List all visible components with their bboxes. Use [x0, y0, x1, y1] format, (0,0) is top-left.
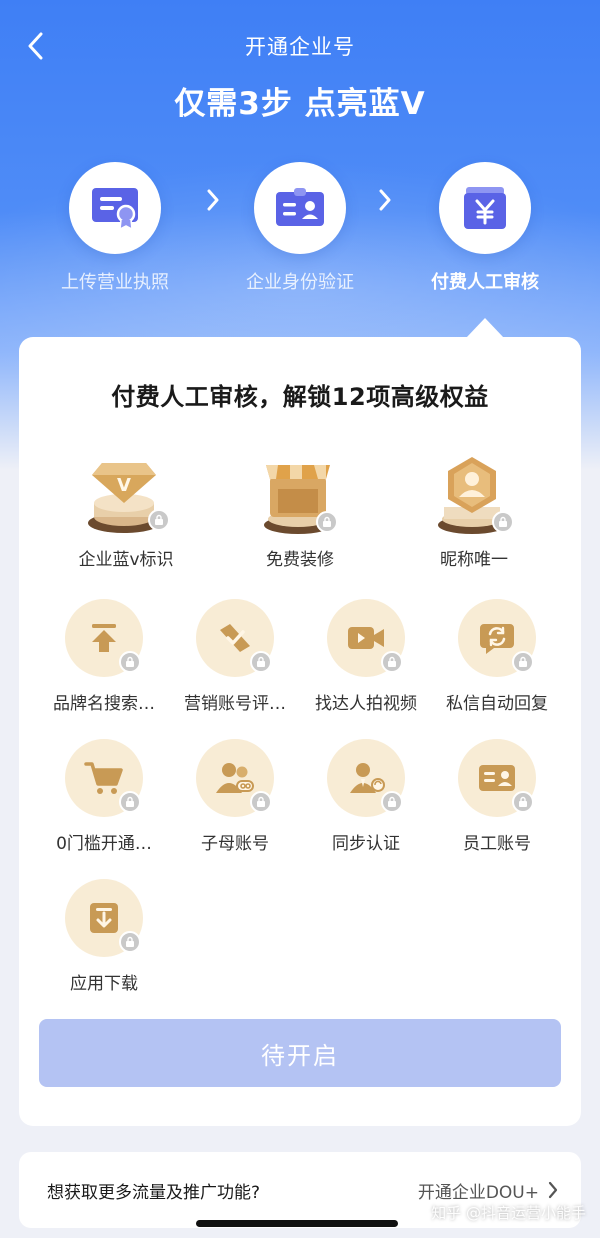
- certificate-icon: [92, 188, 138, 230]
- chevron-right-icon: [548, 1181, 558, 1199]
- home-indicator[interactable]: [196, 1220, 398, 1227]
- lock-icon: [148, 509, 170, 531]
- svg-text:V: V: [117, 475, 131, 496]
- lock-icon: [316, 511, 338, 533]
- shopping-cart-icon: [65, 739, 143, 817]
- unique-avatar-icon: [426, 445, 522, 541]
- feature-sync-verify[interactable]: 同步认证: [301, 739, 431, 854]
- navigation-bar: 开通企业号: [0, 18, 600, 74]
- step-identity-verification[interactable]: 企业身份验证: [215, 162, 385, 294]
- feature-blue-v-badge[interactable]: V 企业蓝v标识: [61, 445, 191, 570]
- chevron-right-icon: [379, 189, 391, 211]
- employee-card-icon: [458, 739, 536, 817]
- feature-zero-threshold[interactable]: 0门槛开通…: [39, 739, 169, 854]
- card-pointer: [466, 318, 504, 338]
- step-circle: [254, 162, 346, 254]
- pending-activation-button[interactable]: 待开启: [39, 1019, 561, 1087]
- card-title: 付费人工审核，解锁12项高级权益: [111, 383, 489, 411]
- lock-icon: [381, 791, 403, 813]
- feature-sub-account[interactable]: 子母账号: [170, 739, 300, 854]
- feature-unique-nickname[interactable]: 昵称唯一: [409, 445, 539, 570]
- ticket-check-icon: [196, 599, 274, 677]
- feature-label: 同步认证: [332, 834, 400, 854]
- feature-brand-search[interactable]: 品牌名搜索…: [39, 599, 169, 714]
- lock-icon: [119, 651, 141, 673]
- lock-icon: [250, 791, 272, 813]
- lock-icon: [119, 791, 141, 813]
- back-button[interactable]: [18, 28, 54, 64]
- step-circle: [439, 162, 531, 254]
- auto-reply-icon: [458, 599, 536, 677]
- step-circle: [69, 162, 161, 254]
- promo-link-label: 开通企业DOU+: [417, 1182, 539, 1203]
- feature-label: 子母账号: [201, 834, 269, 854]
- lock-icon: [512, 651, 534, 673]
- feature-label: 0门槛开通…: [56, 834, 152, 854]
- step-upload-license[interactable]: 上传营业执照: [30, 162, 200, 294]
- feature-label: 私信自动回复: [446, 694, 548, 714]
- step-paid-review[interactable]: 付费人工审核: [400, 162, 570, 294]
- feature-label: 企业蓝v标识: [78, 550, 174, 570]
- watermark: 知乎 @抖音运营小能手: [431, 1204, 586, 1222]
- feature-label: 品牌名搜索…: [53, 694, 155, 714]
- lock-icon: [492, 511, 514, 533]
- feature-creator-video[interactable]: 找达人拍视频: [301, 599, 431, 714]
- step-arrow: [373, 185, 397, 215]
- feature-free-decoration[interactable]: 免费装修: [235, 445, 365, 570]
- storefront-icon: [252, 445, 348, 541]
- feature-label: 昵称唯一: [440, 550, 508, 570]
- step-label: 企业身份验证: [246, 272, 354, 293]
- sync-verify-icon: [327, 739, 405, 817]
- feature-label: 找达人拍视频: [315, 694, 417, 714]
- lock-icon: [250, 651, 272, 673]
- lock-icon: [381, 651, 403, 673]
- chevron-left-icon: [28, 32, 43, 60]
- feature-label: 免费装修: [266, 550, 334, 570]
- promo-question: 想获取更多流量及推广功能?: [47, 1182, 261, 1203]
- lock-icon: [512, 791, 534, 813]
- feature-label: 应用下载: [70, 974, 138, 994]
- lock-icon: [119, 931, 141, 953]
- step-label: 付费人工审核: [431, 272, 539, 293]
- page-title: 开通企业号: [245, 35, 355, 59]
- benefits-card: 付费人工审核，解锁12项高级权益 V 企业蓝v标识 免费装修 昵称唯一 品牌名搜…: [19, 337, 581, 1126]
- blue-v-badge-icon: V: [78, 445, 174, 541]
- feature-employee-account[interactable]: 员工账号: [432, 739, 562, 854]
- feature-app-download[interactable]: 应用下载: [39, 879, 169, 994]
- download-icon: [65, 879, 143, 957]
- open-dou-plus-link[interactable]: 开通企业DOU+: [418, 1178, 559, 1203]
- id-card-icon: [276, 188, 324, 226]
- upload-arrow-icon: [65, 599, 143, 677]
- sub-account-icon: [196, 739, 274, 817]
- feature-auto-reply[interactable]: 私信自动回复: [432, 599, 562, 714]
- feature-marketing-account[interactable]: 营销账号评…: [170, 599, 300, 714]
- headline: 仅需3步 点亮蓝V: [174, 86, 426, 122]
- step-label: 上传营业执照: [61, 272, 169, 293]
- video-camera-icon: [327, 599, 405, 677]
- yen-card-icon: [464, 187, 506, 229]
- feature-label: 员工账号: [463, 834, 531, 854]
- feature-label: 营销账号评…: [184, 694, 286, 714]
